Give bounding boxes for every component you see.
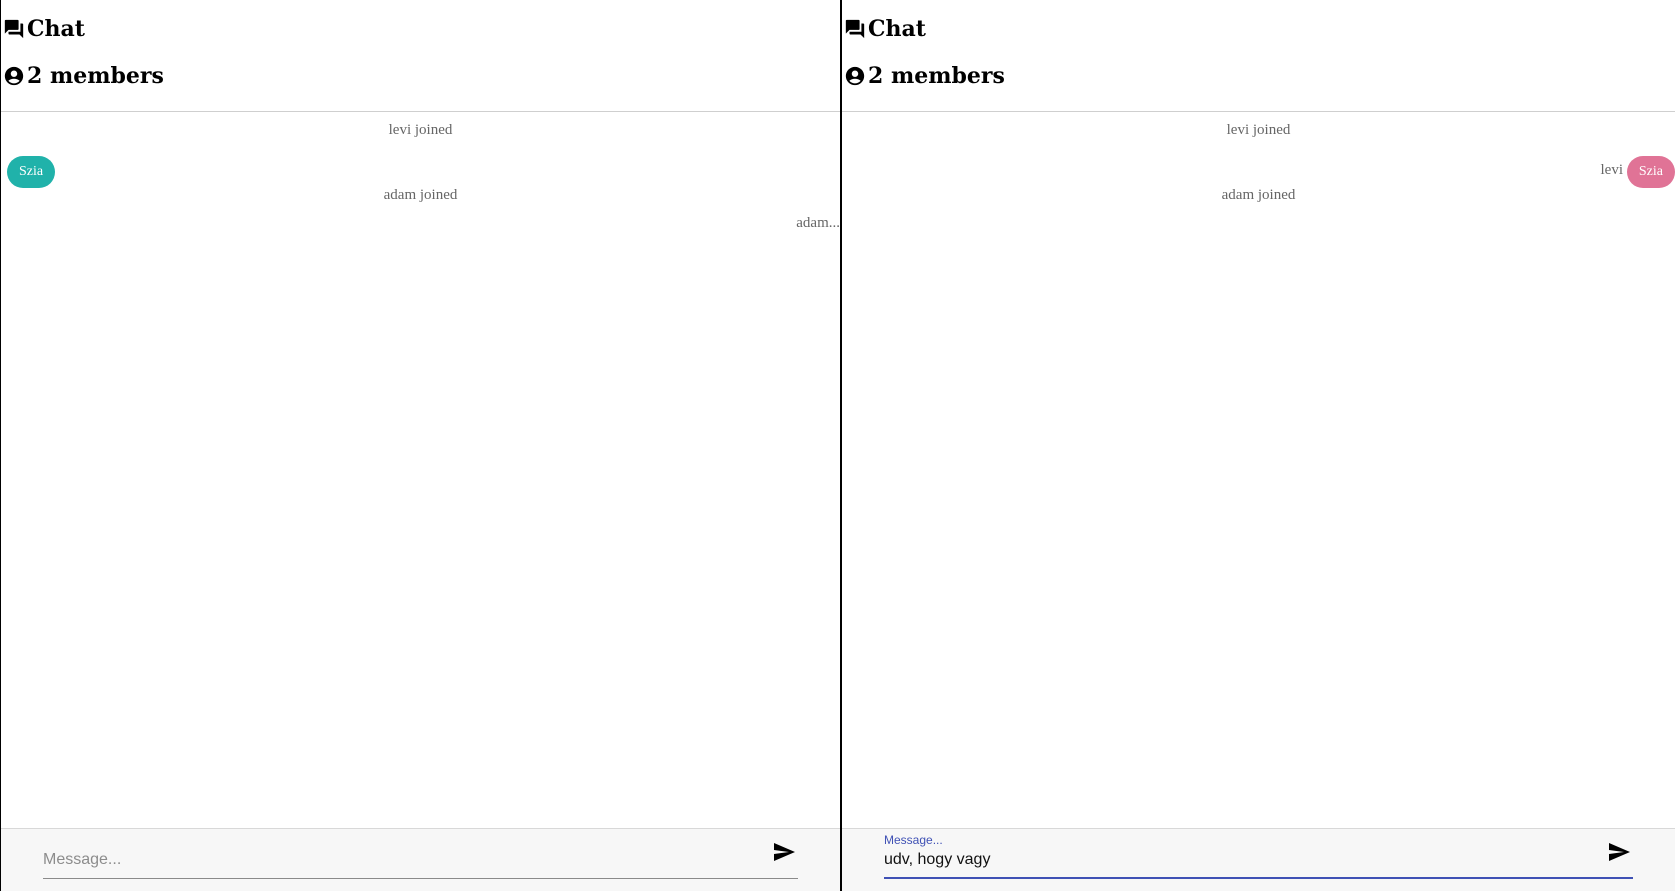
- message-field: [43, 829, 798, 879]
- system-message: adam joined: [383, 187, 458, 203]
- message-field: Message...: [884, 829, 1633, 879]
- chat-title-row: Chat: [3, 16, 85, 42]
- send-icon: [772, 840, 796, 867]
- members-count: 2 members: [27, 63, 164, 89]
- message-composer: Message...: [842, 828, 1675, 891]
- chat-split-view: Chat 2 members levi joined Szia adam joi…: [0, 0, 1675, 891]
- account-circle-icon: [3, 65, 27, 87]
- chat-title: Chat: [868, 16, 926, 42]
- message-list: levi joined Szia adam joined adam...: [1, 112, 840, 828]
- chat-header: Chat 2 members: [842, 0, 1675, 112]
- message-sender: levi: [1600, 162, 1624, 178]
- send-button[interactable]: [770, 839, 798, 867]
- other-message-bubble: Szia: [1626, 156, 1675, 188]
- forum-icon: [844, 18, 868, 40]
- own-message-bubble: Szia: [7, 156, 56, 188]
- message-input[interactable]: [884, 851, 1593, 869]
- send-button[interactable]: [1605, 839, 1633, 867]
- right-chat-pane: Chat 2 members levi joined levi Szia ada…: [840, 0, 1675, 891]
- members-count: 2 members: [868, 63, 1005, 89]
- left-chat-pane: Chat 2 members levi joined Szia adam joi…: [0, 0, 840, 891]
- system-message: levi joined: [1226, 122, 1291, 138]
- chat-title: Chat: [27, 16, 85, 42]
- message-input[interactable]: [43, 851, 758, 869]
- account-circle-icon: [844, 65, 868, 87]
- message-list: levi joined levi Szia adam joined: [842, 112, 1675, 828]
- send-icon: [1607, 840, 1631, 867]
- forum-icon: [3, 18, 27, 40]
- chat-title-row: Chat: [844, 16, 926, 42]
- message-composer: [1, 828, 840, 891]
- message-floating-label: Message...: [884, 833, 943, 847]
- members-count-row: 2 members: [844, 63, 1005, 89]
- system-message: levi joined: [388, 122, 453, 138]
- system-message: adam joined: [1221, 187, 1296, 203]
- typing-indicator: adam...: [796, 215, 840, 231]
- members-count-row: 2 members: [3, 63, 164, 89]
- chat-header: Chat 2 members: [1, 0, 840, 112]
